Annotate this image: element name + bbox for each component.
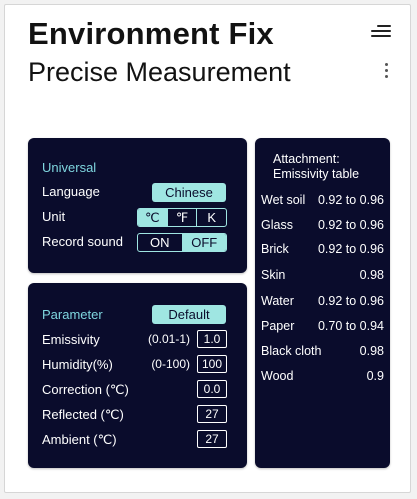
humidity-label: Humidity(%): [42, 357, 113, 372]
emissivity-row: Emissivity (0.01-1) 1.0: [28, 328, 247, 350]
list-item: Brick 0.92 to 0.96: [255, 242, 390, 262]
emissivity-table-panel: Attachment: Emissivity table Wet soil 0.…: [255, 138, 390, 468]
list-item: Wood 0.9: [255, 369, 390, 389]
material-name: Brick: [261, 242, 289, 256]
record-sound-row: Record sound ON OFF: [28, 230, 247, 252]
universal-section-title: Universal: [42, 160, 97, 175]
material-name: Black cloth: [261, 344, 322, 358]
attachment-title-line2: Emissivity table: [273, 167, 360, 181]
language-row: Language Chinese: [28, 180, 247, 202]
humidity-row: Humidity(%) (0-100) 100: [28, 353, 247, 375]
parameter-panel: Parameter Default Emissivity (0.01-1) 1.…: [28, 283, 247, 468]
record-sound-toggle: ON OFF: [137, 233, 227, 252]
list-item: Skin 0.98: [255, 268, 390, 288]
correction-input[interactable]: 0.0: [197, 380, 227, 398]
parameter-header-row: Parameter Default: [28, 303, 247, 325]
attachment-title-line1: Attachment:: [273, 152, 340, 166]
unit-row: Unit ℃ ℉ K: [28, 205, 247, 227]
language-value: Chinese: [165, 185, 213, 200]
material-emissivity: 0.98: [359, 344, 384, 358]
material-name: Glass: [261, 218, 293, 232]
universal-panel: Universal Language Chinese Unit ℃ ℉ K Re…: [28, 138, 247, 273]
parameter-section-title: Parameter: [42, 307, 103, 322]
material-name: Skin: [261, 268, 286, 282]
record-sound-off[interactable]: OFF: [182, 234, 226, 251]
material-name: Water: [261, 294, 294, 308]
list-item: Glass 0.92 to 0.96: [255, 218, 390, 238]
attachment-title: Attachment: Emissivity table: [273, 152, 359, 182]
unit-option-fahrenheit[interactable]: ℉: [168, 209, 198, 226]
list-item: Wet soil 0.92 to 0.96: [255, 193, 390, 213]
material-name: Wet soil: [261, 193, 306, 207]
emissivity-range: (0.01-1): [147, 332, 190, 346]
default-button[interactable]: Default: [152, 305, 226, 324]
language-label: Language: [42, 184, 100, 199]
material-name: Paper: [261, 319, 295, 333]
record-sound-label: Record sound: [42, 234, 123, 249]
ambient-label: Ambient (℃): [42, 432, 117, 447]
humidity-input[interactable]: 100: [197, 355, 227, 373]
emissivity-input[interactable]: 1.0: [197, 330, 227, 348]
unit-option-kelvin[interactable]: K: [197, 209, 226, 226]
humidity-range: (0-100): [151, 357, 190, 371]
material-emissivity: 0.9: [366, 369, 384, 383]
correction-label: Correction (℃): [42, 382, 129, 397]
language-select-button[interactable]: Chinese: [152, 183, 226, 202]
material-emissivity: 0.92 to 0.96: [317, 218, 384, 232]
vertical-dots-icon[interactable]: [384, 63, 389, 79]
unit-label: Unit: [42, 209, 66, 224]
ambient-row: Ambient (℃) 27: [28, 428, 247, 450]
page-title: Environment Fix: [28, 16, 274, 51]
default-button-label: Default: [168, 307, 210, 322]
material-emissivity: 0.92 to 0.96: [317, 193, 384, 207]
list-item: Paper 0.70 to 0.94: [255, 319, 390, 339]
reflected-input[interactable]: 27: [197, 405, 227, 423]
ambient-input[interactable]: 27: [197, 430, 227, 448]
list-item: Black cloth 0.98: [255, 344, 390, 364]
page-subtitle: Precise Measurement: [28, 57, 291, 87]
material-emissivity: 0.92 to 0.96: [317, 294, 384, 308]
unit-segmented-control: ℃ ℉ K: [137, 208, 227, 227]
list-item: Water 0.92 to 0.96: [255, 294, 390, 314]
material-name: Wood: [261, 369, 294, 383]
unit-option-celsius[interactable]: ℃: [138, 209, 168, 226]
emissivity-label: Emissivity: [42, 332, 100, 347]
correction-row: Correction (℃) 0.0: [28, 378, 247, 400]
record-sound-on[interactable]: ON: [138, 234, 183, 251]
reflected-label: Reflected (℃): [42, 407, 124, 422]
material-emissivity: 0.70 to 0.94: [317, 319, 384, 333]
material-emissivity: 0.98: [359, 268, 384, 282]
hamburger-menu-icon[interactable]: [371, 25, 391, 37]
reflected-row: Reflected (℃) 27: [28, 403, 247, 425]
material-emissivity: 0.92 to 0.96: [317, 242, 384, 256]
